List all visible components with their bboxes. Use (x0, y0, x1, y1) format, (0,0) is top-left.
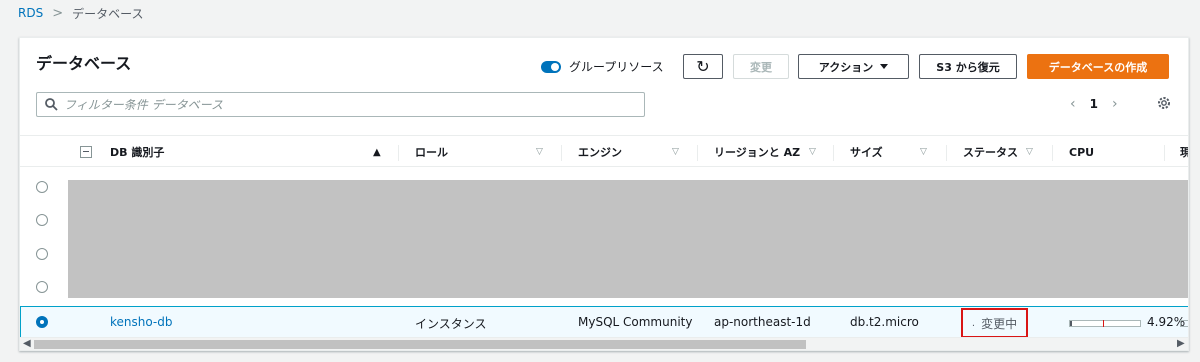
col-cpu[interactable]: CPU (1069, 136, 1094, 168)
row-radio-selected[interactable] (36, 316, 48, 328)
col-db-identifier[interactable]: DB 識別子 (110, 136, 164, 168)
group-resources-toggle[interactable]: グループリソース (541, 58, 664, 75)
overflow-cell-bar (1180, 320, 1188, 327)
engine-value: MySQL Community (578, 315, 693, 329)
toggle-label: グループリソース (569, 60, 664, 74)
role-value: インスタンス (415, 317, 487, 331)
status-badge: . 変更中 (961, 308, 1028, 338)
sort-icon[interactable]: ▽ (1026, 136, 1033, 168)
status-dot-icon: . (971, 317, 976, 329)
databases-panel: データベース グループリソース ↻ 変更 アクション S3 から復元 データベー… (19, 37, 1189, 351)
pagination: ‹ 1 › (1070, 96, 1118, 112)
col-region-az[interactable]: リージョンと AZ (714, 136, 800, 168)
prev-page-icon[interactable]: ‹ (1070, 96, 1076, 112)
sort-ascending-icon[interactable]: ▲ (373, 136, 381, 168)
actions-label: アクション (818, 60, 874, 74)
row-radio[interactable] (36, 214, 48, 226)
column-divider (1164, 145, 1165, 161)
breadcrumb: RDS > データベース (18, 4, 144, 22)
column-divider (1052, 145, 1053, 161)
next-page-icon[interactable]: › (1112, 96, 1118, 112)
actions-button[interactable]: アクション (798, 54, 909, 79)
status-value: 変更中 (981, 316, 1018, 331)
refresh-icon: ↻ (696, 57, 710, 76)
row-radio[interactable] (36, 181, 48, 193)
modify-button[interactable]: 変更 (733, 54, 789, 79)
redacted-rows (68, 180, 1188, 298)
sort-icon[interactable]: ▽ (920, 136, 927, 168)
column-divider (697, 145, 698, 161)
col-status[interactable]: ステータス (963, 136, 1018, 168)
scroll-left-icon[interactable]: ◀ (23, 338, 31, 349)
refresh-button[interactable]: ↻ (683, 54, 723, 79)
sort-icon[interactable]: ▽ (536, 136, 543, 168)
panel-title: データベース (36, 54, 132, 73)
search-icon (45, 98, 58, 111)
toggle-switch-icon[interactable] (541, 60, 561, 73)
row-radio[interactable] (36, 248, 48, 260)
col-role[interactable]: ロール (415, 136, 448, 168)
table-header: DB 識別子 ▲ ロール ▽ エンジン ▽ リージョンと AZ ▽ サイズ ▽ … (20, 135, 1188, 168)
restore-from-s3-button[interactable]: S3 から復元 (919, 54, 1017, 79)
current-page[interactable]: 1 (1090, 97, 1098, 111)
sort-icon[interactable]: ▽ (672, 136, 679, 168)
caret-down-icon (880, 64, 889, 69)
gear-icon[interactable] (1157, 96, 1171, 110)
cpu-usage-bar (1069, 320, 1141, 327)
search-box[interactable] (36, 92, 645, 117)
cpu-threshold-marker (1103, 320, 1104, 327)
region-value: ap-northeast-1d (714, 315, 811, 329)
scrollbar-thumb[interactable] (34, 340, 806, 349)
column-divider (946, 145, 947, 161)
size-value: db.t2.micro (850, 315, 919, 329)
create-database-button[interactable]: データベースの作成 (1027, 54, 1169, 79)
search-input[interactable] (64, 97, 624, 112)
select-all-checkbox[interactable] (80, 146, 92, 158)
col-size[interactable]: サイズ (850, 136, 883, 168)
horizontal-scrollbar[interactable]: ◀ ▶ (20, 337, 1188, 350)
col-overflow[interactable]: 現 (1180, 136, 1188, 168)
row-radio[interactable] (36, 281, 48, 293)
breadcrumb-current: データベース (72, 6, 144, 21)
scroll-right-icon[interactable]: ▶ (1177, 338, 1185, 349)
breadcrumb-separator-icon: > (52, 5, 64, 21)
col-engine[interactable]: エンジン (578, 136, 622, 168)
sort-icon[interactable]: ▽ (809, 136, 816, 168)
db-identifier-link[interactable]: kensho-db (110, 315, 173, 329)
cpu-usage-fill (1070, 321, 1073, 326)
column-divider (398, 145, 399, 161)
breadcrumb-rds-link[interactable]: RDS (18, 6, 43, 20)
column-divider (833, 145, 834, 161)
column-divider (561, 145, 562, 161)
